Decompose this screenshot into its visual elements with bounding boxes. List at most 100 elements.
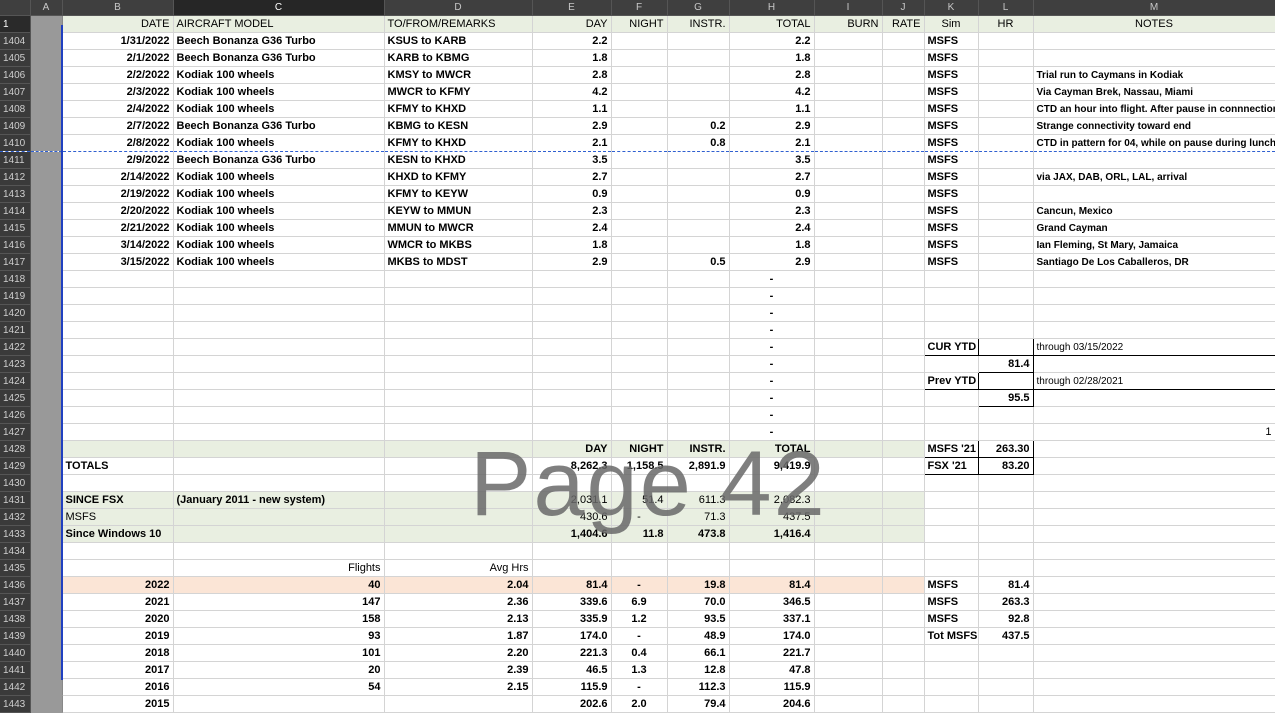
empty-cell[interactable] [882, 542, 925, 560]
cell-instr[interactable] [667, 304, 730, 322]
cell-total[interactable]: 3.5 [729, 151, 815, 169]
year-night[interactable]: 1.2 [611, 610, 668, 628]
cell-hr[interactable] [978, 321, 1034, 339]
cell-sim[interactable]: MSFS [924, 49, 979, 67]
cell-date[interactable]: 2/14/2022 [62, 168, 174, 186]
year-avg-hrs[interactable]: 2.04 [384, 576, 533, 594]
cell-aircraft-model[interactable] [173, 406, 385, 424]
cell-date[interactable] [62, 270, 174, 288]
cell-A[interactable] [30, 338, 63, 356]
cell-hr[interactable] [978, 185, 1034, 203]
cell-hr[interactable] [978, 168, 1034, 186]
year-flights[interactable]: 147 [173, 593, 385, 611]
year-night[interactable]: 0.4 [611, 644, 668, 662]
cell-rate[interactable] [882, 32, 925, 50]
cell-night[interactable] [611, 202, 668, 220]
cell-rate[interactable] [882, 457, 925, 475]
ytd-note[interactable]: 1 [1033, 423, 1275, 441]
cell-hr[interactable] [978, 219, 1034, 237]
cell-hr[interactable] [978, 83, 1034, 101]
cell-total[interactable]: 2.1 [729, 134, 815, 152]
cell-hr[interactable] [977, 372, 1034, 390]
cell-aircraft-model[interactable] [173, 457, 385, 475]
year-hr[interactable]: 437.5 [978, 627, 1034, 645]
cell-rate[interactable] [882, 661, 925, 679]
year-instr[interactable]: 12.8 [667, 661, 730, 679]
cell-rate[interactable] [882, 304, 925, 322]
cell-A[interactable] [30, 236, 63, 254]
year-hr[interactable] [978, 695, 1034, 713]
cell-hr[interactable] [978, 287, 1034, 305]
ytd-label[interactable]: CUR YTD [923, 338, 979, 356]
cell-rate[interactable] [882, 117, 925, 135]
cell-burn[interactable] [814, 440, 883, 458]
cell-hr[interactable] [978, 559, 1034, 577]
cell-rate[interactable] [882, 100, 925, 118]
msfs-night[interactable]: - [611, 508, 668, 526]
cell-burn[interactable] [814, 117, 883, 135]
row-number[interactable]: 1429 [0, 457, 31, 475]
cell-route[interactable]: KESN to KHXD [384, 151, 533, 169]
cell-notes[interactable] [1033, 559, 1275, 577]
year-flights[interactable]: 93 [173, 627, 385, 645]
cell-rate[interactable] [882, 440, 925, 458]
cell-burn[interactable] [814, 66, 883, 84]
row-number[interactable]: 1419 [0, 287, 31, 305]
cell-A[interactable] [30, 185, 63, 203]
cell-sim[interactable]: MSFS [924, 32, 979, 50]
cell-A[interactable] [30, 117, 63, 135]
cell-route[interactable] [384, 287, 533, 305]
cell-date[interactable] [62, 355, 174, 373]
cell-date[interactable] [62, 372, 174, 390]
cell-route[interactable] [384, 389, 533, 407]
cell-day[interactable] [532, 270, 612, 288]
cell-date[interactable]: 2/8/2022 [62, 134, 174, 152]
msfs-total[interactable]: 437.5 [729, 508, 815, 526]
empty-cell[interactable] [978, 542, 1034, 560]
row-number[interactable]: 1432 [0, 508, 31, 526]
cell-burn[interactable] [814, 525, 883, 543]
cell-instr[interactable] [667, 185, 730, 203]
cell-route[interactable]: KHXD to KFMY [384, 168, 533, 186]
year-day[interactable]: 81.4 [532, 576, 612, 594]
cell-A[interactable] [30, 49, 63, 67]
cell-notes[interactable]: CTD an hour into flight. After pause in … [1033, 100, 1275, 118]
sim-total-label[interactable]: FSX '21 [923, 457, 979, 475]
cell-A[interactable] [30, 219, 63, 237]
cell-burn[interactable] [814, 695, 883, 713]
year-cell[interactable]: 2019 [62, 627, 174, 645]
cell-sim[interactable] [924, 389, 979, 407]
cell-hr[interactable] [978, 100, 1034, 118]
cell-A[interactable] [30, 457, 63, 475]
cell-notes[interactable] [1033, 644, 1275, 662]
cell-date[interactable]: 2/3/2022 [62, 83, 174, 101]
cell-A[interactable] [30, 542, 63, 560]
year-sim[interactable]: Tot MSFS [924, 627, 979, 645]
totals-day[interactable]: 8,262.3 [532, 457, 612, 475]
cell-sim[interactable]: MSFS [924, 219, 979, 237]
cell-instr[interactable] [667, 151, 730, 169]
cell-date[interactable] [62, 389, 174, 407]
cell-A[interactable] [30, 678, 63, 696]
cell-A[interactable] [30, 202, 63, 220]
cell-aircraft-model[interactable] [173, 304, 385, 322]
cell-rate[interactable] [882, 134, 925, 152]
cell-sim[interactable]: MSFS [924, 117, 979, 135]
ytd-value[interactable]: 95.5 [977, 389, 1034, 407]
cell-night[interactable] [611, 287, 668, 305]
empty-cell[interactable] [62, 474, 174, 492]
cell-date[interactable] [62, 304, 174, 322]
empty-cell[interactable] [667, 542, 730, 560]
year-total[interactable]: 337.1 [729, 610, 815, 628]
cell-total[interactable]: 1.8 [729, 49, 815, 67]
cell-hr[interactable] [978, 491, 1034, 509]
cell-route[interactable]: KFMY to KHXD [384, 100, 533, 118]
cell-notes[interactable] [1033, 151, 1275, 169]
cell-day[interactable]: 2.2 [532, 32, 612, 50]
row-number[interactable]: 1423 [0, 355, 31, 373]
cell-date[interactable]: 2/21/2022 [62, 219, 174, 237]
cell-notes[interactable] [1033, 185, 1275, 203]
cell-hr[interactable] [978, 423, 1034, 441]
sim-total-value[interactable]: 263.30 [977, 440, 1034, 458]
cell-instr[interactable] [667, 321, 730, 339]
